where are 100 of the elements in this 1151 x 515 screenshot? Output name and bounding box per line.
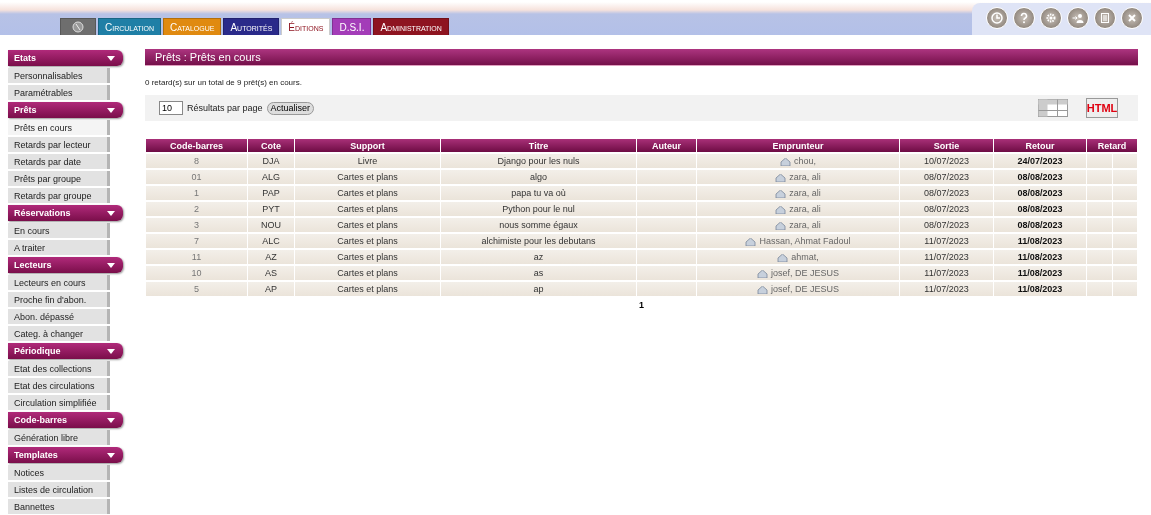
table-cell: nous somme égaux [441, 218, 636, 232]
page-title: Prêts : Prêts en cours [145, 49, 1138, 66]
toolbar-button[interactable] [1094, 7, 1116, 29]
table-cell: 1 [146, 186, 247, 200]
clock-icon[interactable] [991, 12, 1003, 24]
table-cell: 10/07/2023 [900, 154, 993, 168]
sidebar-item[interactable]: Lecteurs en cours [8, 275, 110, 290]
borrower-name[interactable]: zara, ali [789, 172, 821, 182]
column-header[interactable]: Sortie [900, 139, 993, 152]
house-icon [777, 253, 789, 262]
html-export-button[interactable]: HTML [1086, 98, 1118, 118]
toolbar-button[interactable] [1040, 7, 1062, 29]
table-cell: 08/08/2023 [994, 202, 1086, 216]
column-header[interactable]: Auteur [637, 139, 696, 152]
sidebar-item[interactable]: Retards par lecteur [8, 137, 110, 152]
sidebar-item[interactable]: En cours [8, 223, 110, 238]
sidebar-item[interactable]: Categ. à changer [8, 326, 110, 341]
column-header[interactable]: Retour [994, 139, 1086, 152]
column-header[interactable]: Titre [441, 139, 636, 152]
sidebar-section-header[interactable]: Réservations [8, 205, 123, 221]
table-cell: 24/07/2023 [994, 154, 1086, 168]
sidebar-item[interactable]: Proche fin d'abon. [8, 292, 110, 307]
caret-icon [107, 348, 115, 354]
per-page-field[interactable]: 10 [159, 101, 183, 115]
sidebar-section-header[interactable]: Lecteurs [8, 257, 123, 273]
page-number[interactable]: 1 [145, 300, 1138, 310]
sidebar-item[interactable]: A traiter [8, 240, 110, 255]
table-cell: 11/08/2023 [994, 250, 1086, 264]
column-header[interactable]: Support [295, 139, 440, 152]
section-title: Réservations [14, 208, 71, 218]
sidebar-item[interactable]: Listes de circulation [8, 482, 110, 497]
spreadsheet-icon[interactable] [1038, 99, 1068, 117]
sidebar-section-header[interactable]: Templates [8, 447, 123, 463]
caret-icon [107, 107, 115, 113]
borrower-name[interactable]: chou, [794, 156, 816, 166]
table-cell: ALC [248, 234, 294, 248]
sidebar-item[interactable]: Génération libre [8, 430, 110, 445]
sidebar-item[interactable]: Abon. dépassé [8, 309, 110, 324]
toolbar-button[interactable] [1067, 7, 1089, 29]
house-icon [775, 189, 787, 198]
sidebar-item[interactable]: Prêts par groupe [8, 171, 110, 186]
borrower-name[interactable]: josef, DE JESUS [771, 284, 839, 294]
sidebar-item[interactable]: Bannettes [8, 499, 110, 514]
column-header[interactable]: Retard [1087, 139, 1137, 152]
table-cell: 11 [146, 250, 247, 264]
borrower-name[interactable]: zara, ali [789, 220, 821, 230]
table-cell: as [441, 266, 636, 280]
toolbar-button[interactable] [986, 7, 1008, 29]
sidebar-section-header[interactable]: Code-barres [8, 412, 123, 428]
table-cell: 08/07/2023 [900, 186, 993, 200]
table-cell: 11/07/2023 [900, 282, 993, 296]
sidebar-item[interactable]: Personnalisables [8, 68, 110, 83]
table-cell: Cartes et plans [295, 250, 440, 264]
nav-tab[interactable]: D.S.I. [332, 18, 372, 35]
sidebar-item[interactable]: Etat des circulations [8, 378, 110, 393]
toolbar-button[interactable] [1013, 7, 1035, 29]
table-cell: PAP [248, 186, 294, 200]
sidebar-section-header[interactable]: Prêts [8, 102, 123, 118]
sidebar-item[interactable]: Retards par groupe [8, 188, 110, 203]
refresh-button[interactable]: Actualiser [266, 101, 315, 115]
borrower-name[interactable]: ahmat, [791, 252, 819, 262]
table-cell: 11/07/2023 [900, 266, 993, 280]
nav-tab[interactable]: Administration [373, 18, 449, 35]
sidebar-item[interactable]: Etat des collections [8, 361, 110, 376]
column-header[interactable]: Cote [248, 139, 294, 152]
table-cell: 08/07/2023 [900, 218, 993, 232]
caret-icon [107, 210, 115, 216]
sidebar-item[interactable]: Retards par date [8, 154, 110, 169]
section-title: Lecteurs [14, 260, 52, 270]
borrower-name[interactable]: zara, ali [789, 204, 821, 214]
table-cell: AZ [248, 250, 294, 264]
column-header[interactable]: Emprunteur [697, 139, 899, 152]
table-cell: 7 [146, 234, 247, 248]
sidebar-item[interactable]: Paramétrables [8, 85, 110, 100]
table-cell: 08/08/2023 [994, 218, 1086, 232]
sidebar-item[interactable]: Prêts en cours [8, 120, 110, 135]
table-cell: 11/08/2023 [994, 266, 1086, 280]
column-header[interactable]: Code-barres [146, 139, 247, 152]
home-tab[interactable] [60, 18, 96, 35]
borrower-name[interactable]: Hassan, Ahmat Fadoul [759, 236, 851, 246]
close-icon[interactable] [1126, 12, 1138, 24]
nav-tab[interactable]: Circulation [98, 18, 162, 35]
nav-tab[interactable]: Éditions [281, 18, 331, 35]
sidebar-item[interactable]: Circulation simplifiée [8, 395, 110, 410]
sidebar-section-header[interactable]: Périodique [8, 343, 123, 359]
nav-tab[interactable]: Autorités [223, 18, 280, 35]
user-icon[interactable] [1072, 12, 1084, 24]
borrower-name[interactable]: josef, DE JESUS [771, 268, 839, 278]
toolbar-button[interactable] [1121, 7, 1143, 29]
settings-icon[interactable] [1045, 12, 1057, 24]
table-cell: Cartes et plans [295, 234, 440, 248]
sidebar-item[interactable]: Notices [8, 465, 110, 480]
sidebar-section-header[interactable]: Etats [8, 50, 123, 66]
table-cell: 11/08/2023 [994, 234, 1086, 248]
table-cell: Cartes et plans [295, 218, 440, 232]
borrower-name[interactable]: zara, ali [789, 188, 821, 198]
help-icon[interactable] [1018, 12, 1030, 24]
document-icon[interactable] [1099, 12, 1111, 24]
compass-icon [72, 21, 84, 33]
table-cell: Livre [295, 154, 440, 168]
